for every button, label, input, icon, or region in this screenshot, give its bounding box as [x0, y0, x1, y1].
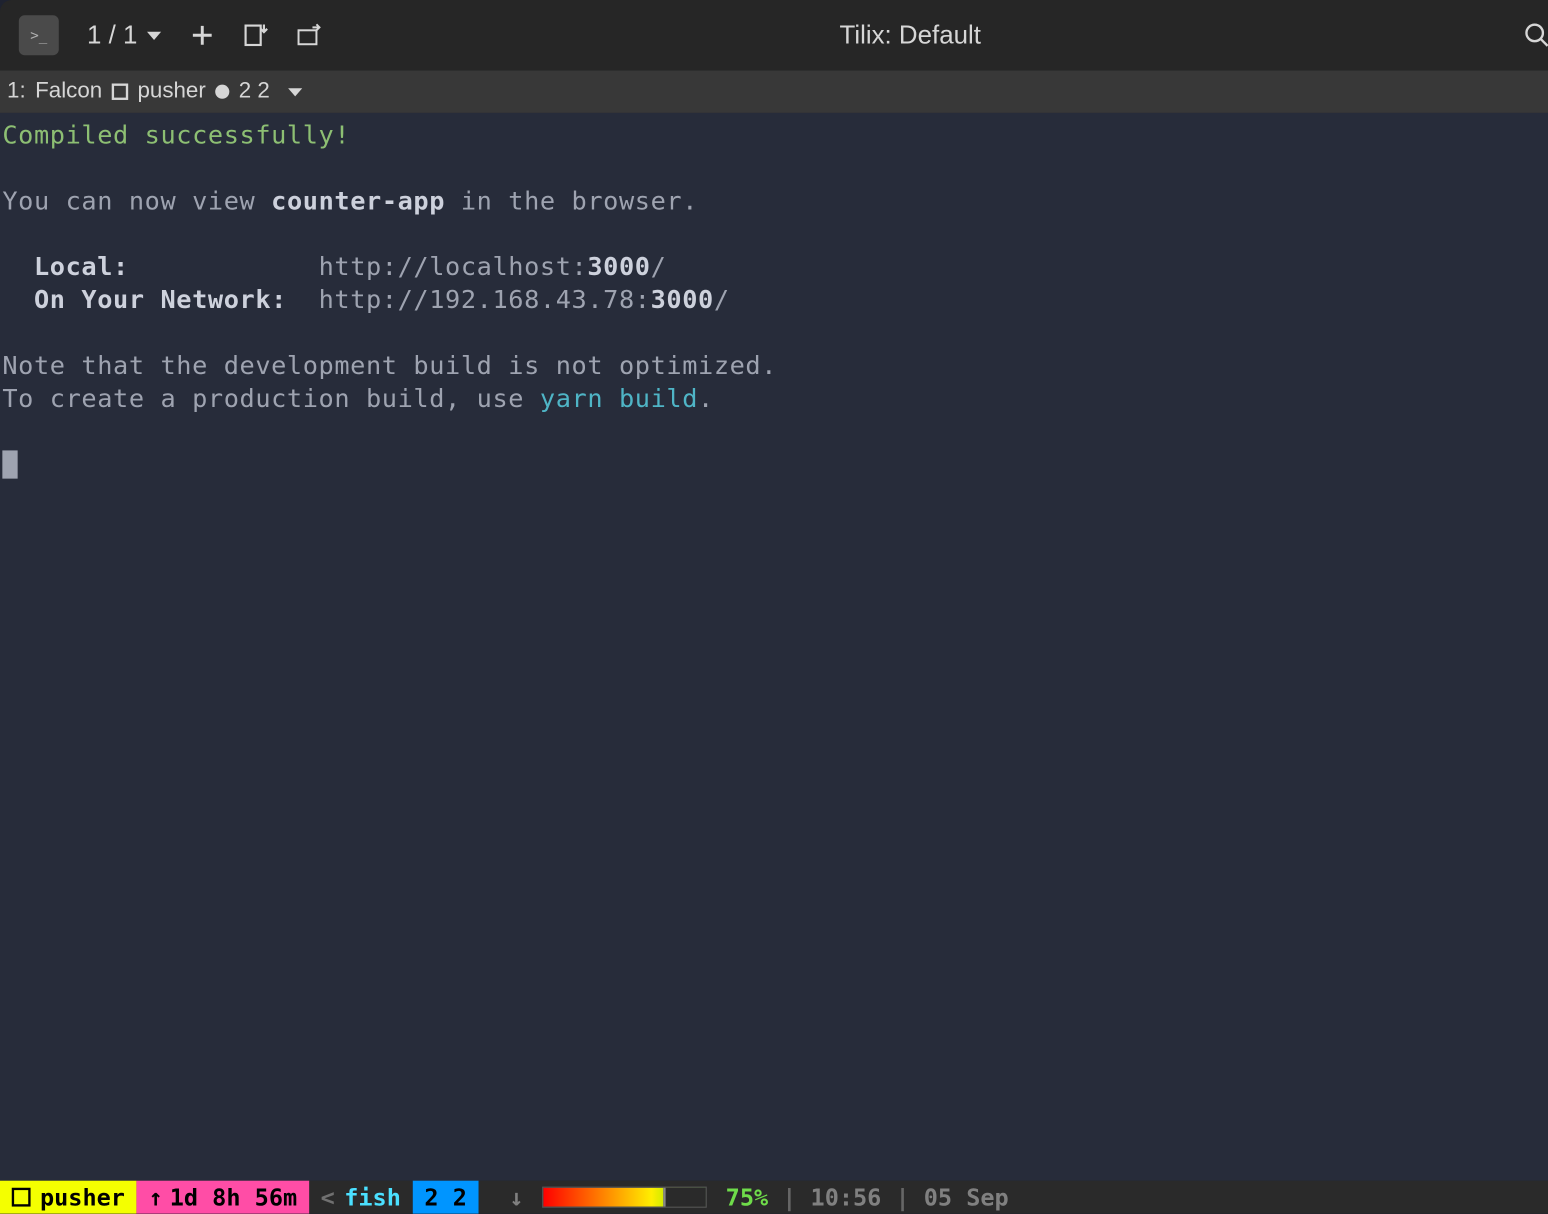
uptime-value: 1d 8h 56m — [170, 1183, 297, 1211]
square-icon — [12, 1188, 31, 1207]
app-name: counter-app — [271, 187, 445, 216]
network-url-post: / — [714, 285, 730, 314]
up-arrow-icon: ↑ — [148, 1183, 162, 1211]
tab-numbers: 2 2 — [239, 79, 270, 105]
battery-bar-icon — [542, 1187, 707, 1208]
search-button[interactable] — [1524, 22, 1548, 48]
session-counter-label: 1 / 1 — [87, 20, 137, 51]
status-mid: ↓ 75% | 10:56 | 05 Sep — [479, 1181, 1548, 1214]
status-project: pusher — [0, 1181, 137, 1214]
note2-cmd: yarn build — [540, 384, 698, 413]
status-project-label: pusher — [40, 1183, 125, 1211]
separator: | — [895, 1183, 909, 1211]
view-pre: You can now view — [2, 187, 271, 216]
add-session-button[interactable] — [189, 22, 215, 48]
title-bar: >_ 1 / 1 Tilix: Default — [0, 0, 1548, 71]
local-label: Local: — [2, 253, 318, 282]
local-url-post: / — [651, 253, 667, 282]
note2-post: . — [698, 384, 714, 413]
status-panes: 2 2 — [413, 1181, 479, 1214]
note1: Note that the development build is not o… — [2, 351, 777, 380]
circle-icon — [215, 85, 229, 99]
status-shell: < fish — [309, 1181, 413, 1214]
compiled-line: Compiled successfully! — [2, 121, 350, 150]
status-uptime: ↑ 1d 8h 56m — [137, 1181, 309, 1214]
note2-pre: To create a production build, use — [2, 384, 540, 413]
separator: | — [782, 1183, 796, 1211]
add-terminal-down-button[interactable] — [243, 22, 269, 48]
add-terminal-right-button[interactable] — [297, 22, 323, 48]
terminal-tab[interactable]: 1: Falcon pusher 2 2 — [7, 79, 303, 105]
view-post: in the browser. — [445, 187, 698, 216]
local-port: 3000 — [587, 253, 650, 282]
terminal-cursor — [2, 451, 17, 479]
lt-icon: < — [321, 1183, 335, 1211]
terminal-tab-bar: 1: Falcon pusher 2 2 — [0, 71, 1548, 113]
shell-name: fish — [344, 1183, 401, 1211]
tab-index: 1: — [7, 79, 26, 105]
network-url-pre: http://192.168.43.78: — [319, 285, 651, 314]
network-port: 3000 — [651, 285, 714, 314]
app-icon: >_ — [19, 15, 59, 55]
battery-pct: 75% — [726, 1183, 768, 1211]
chevron-down-icon — [147, 31, 161, 39]
window-title: Tilix: Default — [840, 20, 981, 51]
square-icon — [112, 83, 128, 99]
local-url-pre: http://localhost: — [319, 253, 588, 282]
chevron-down-icon[interactable] — [289, 88, 303, 96]
time-value: 10:56 — [811, 1183, 882, 1211]
tab-project: pusher — [137, 79, 205, 105]
date-value: 05 Sep — [924, 1183, 1009, 1211]
session-counter-dropdown[interactable]: 1 / 1 — [87, 20, 161, 51]
down-arrow-icon: ↓ — [509, 1183, 523, 1211]
panes-value: 2 2 — [424, 1183, 466, 1211]
tab-host: Falcon — [35, 79, 102, 105]
terminal-output[interactable]: Compiled successfully! You can now view … — [0, 113, 1548, 1181]
network-label: On Your Network: — [2, 285, 318, 314]
tmux-status-bar: pusher ↑ 1d 8h 56m < fish 2 2 ↓ 75% | 10… — [0, 1181, 1548, 1214]
